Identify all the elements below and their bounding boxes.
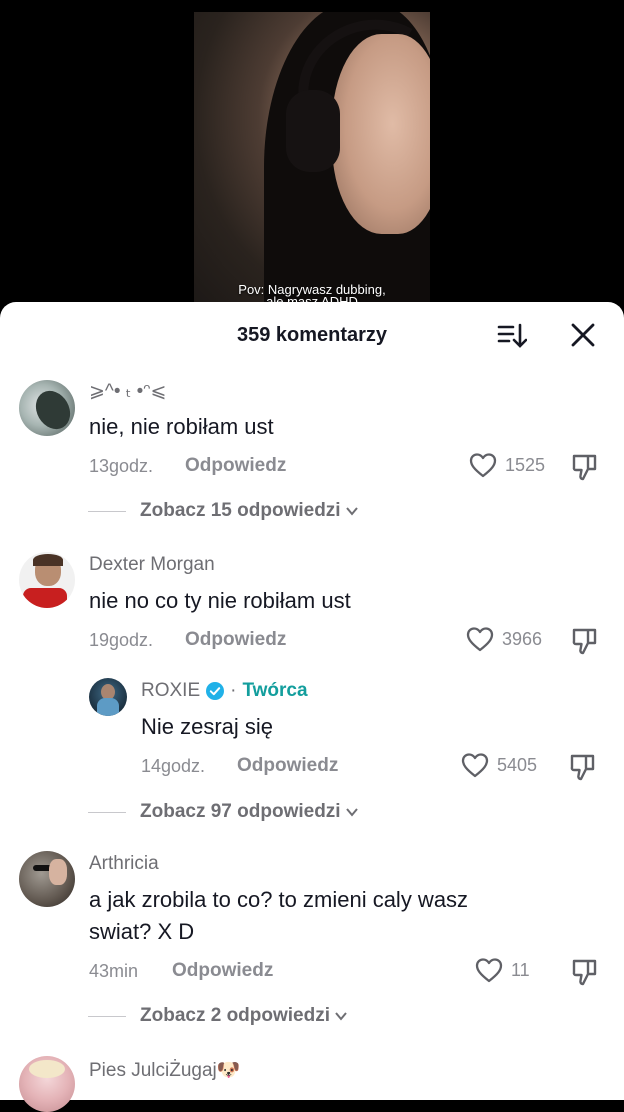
video-player[interactable]: Pov: Nagrywasz dubbing, ale masz ADHD xyxy=(0,0,624,330)
like-button[interactable]: 11 xyxy=(475,957,530,983)
view-replies-button[interactable]: Zobacz 15 odpowiedzi xyxy=(88,500,359,522)
reply-button[interactable]: Odpowiedz xyxy=(185,455,286,477)
heart-icon xyxy=(461,753,489,778)
comment-username[interactable]: Dexter Morgan xyxy=(89,554,215,576)
like-count: 5405 xyxy=(497,754,538,775)
reply-button[interactable]: Odpowiedz xyxy=(185,629,286,651)
heart-icon xyxy=(466,627,494,652)
dislike-icon[interactable] xyxy=(570,957,600,987)
close-icon[interactable] xyxy=(570,322,596,348)
reply-button[interactable]: Odpowiedz xyxy=(172,960,273,982)
dislike-icon[interactable] xyxy=(570,626,600,656)
like-count: 3966 xyxy=(502,628,543,649)
comment-time: 19godz. xyxy=(89,630,154,650)
like-count: 1525 xyxy=(505,454,546,475)
heart-icon xyxy=(469,453,497,478)
comment-text: nie no co ty nie robiłam ust xyxy=(89,588,351,613)
dislike-icon[interactable] xyxy=(570,452,600,482)
separator-dot: · xyxy=(230,680,237,701)
comments-count-title: 359 komentarzy xyxy=(236,324,388,346)
reply-time: 14godz. xyxy=(141,756,206,776)
chevron-down-icon xyxy=(345,808,358,817)
like-count: 11 xyxy=(511,959,530,980)
avatar[interactable] xyxy=(19,851,75,907)
chevron-down-icon xyxy=(335,1012,347,1021)
reply-button[interactable]: Odpowiedz xyxy=(237,755,338,777)
heart-icon xyxy=(475,958,503,983)
comment-time: 43min xyxy=(89,961,139,981)
avatar[interactable] xyxy=(19,380,75,436)
comments-header: 359 komentarzy xyxy=(0,302,624,368)
comment-username[interactable]: ⩾^• ₜ •ᵔ⩽ xyxy=(89,380,166,403)
video-thumbnail: Pov: Nagrywasz dubbing, ale masz ADHD xyxy=(194,12,430,312)
creator-badge: Twórca xyxy=(242,680,308,701)
chevron-down-icon xyxy=(345,507,358,516)
comment-time: 13godz. xyxy=(89,456,154,476)
like-button[interactable]: 1525 xyxy=(469,452,545,478)
comments-sheet: 359 komentarzy ⩾^• ₜ •ᵔ⩽ nie, nie robiła… xyxy=(0,302,624,1112)
sort-icon[interactable] xyxy=(497,322,527,350)
like-button[interactable]: 5405 xyxy=(461,752,537,778)
view-replies-button[interactable]: Zobacz 97 odpowiedzi xyxy=(88,801,359,823)
comment-text: a jak zrobila to co? to zmieni caly wasz… xyxy=(89,887,469,944)
avatar[interactable] xyxy=(89,678,127,716)
reply-username[interactable]: ROXIE · Twórca xyxy=(141,680,308,702)
avatar[interactable] xyxy=(19,1056,75,1112)
view-replies-button[interactable]: Zobacz 2 odpowiedzi xyxy=(88,1005,348,1027)
comment-text: nie, nie robiłam ust xyxy=(89,414,274,439)
comment-username[interactable]: Arthricia xyxy=(89,853,159,875)
comment-username[interactable]: Pies JulciŻugaj🐶 xyxy=(89,1058,240,1082)
verified-badge-icon xyxy=(206,682,225,700)
dislike-icon[interactable] xyxy=(568,752,598,782)
reply-item: ROXIE · Twórca Nie zesraj się 14godz. Od… xyxy=(0,678,624,788)
avatar[interactable] xyxy=(19,552,75,608)
like-button[interactable]: 3966 xyxy=(466,626,542,652)
reply-text: Nie zesraj się xyxy=(141,714,274,739)
